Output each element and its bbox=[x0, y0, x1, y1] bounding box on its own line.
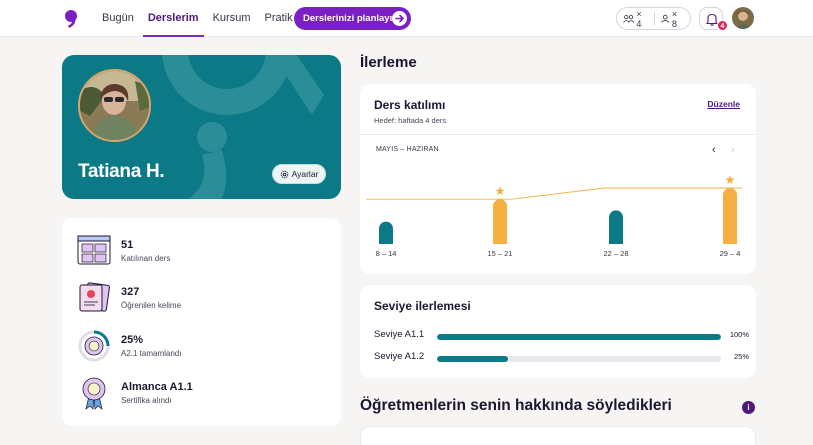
divider bbox=[360, 134, 756, 135]
group-credits: × 4 bbox=[617, 9, 654, 29]
week-label: 29 – 4 bbox=[720, 249, 741, 258]
level-progress-track bbox=[437, 334, 721, 340]
edit-goal-link[interactable]: Düzenle bbox=[707, 99, 740, 109]
arrow-right-icon bbox=[392, 11, 407, 26]
level-row: Seviye A1.1 100% bbox=[374, 329, 749, 343]
week-label: 15 – 21 bbox=[487, 249, 512, 258]
progress-badge-icon bbox=[78, 330, 110, 362]
star-icon bbox=[495, 186, 505, 196]
nav-item-today[interactable]: Bugün bbox=[102, 0, 134, 37]
nav-item-practice[interactable]: Pratik bbox=[264, 0, 292, 37]
stat-value: 51 bbox=[121, 239, 134, 251]
group-lesson-icon bbox=[623, 14, 635, 23]
stat-value: 327 bbox=[121, 286, 140, 298]
brand-logo[interactable] bbox=[64, 9, 80, 29]
chevron-right-icon[interactable]: › bbox=[731, 144, 735, 156]
stat-level-progress: 25% A2.1 tamamlandı bbox=[77, 329, 181, 363]
private-credits-count: × 8 bbox=[671, 8, 678, 29]
attendance-card: Ders katılımı Hedef: haftada 4 ders Düze… bbox=[360, 84, 756, 274]
info-icon[interactable]: i bbox=[742, 401, 755, 414]
stat-value: Almanca A1.1 bbox=[121, 381, 193, 393]
settings-label: Ayarlar bbox=[291, 169, 319, 179]
attendance-bar bbox=[723, 188, 737, 244]
main-nav: Bugün Derslerim Kursum Pratik bbox=[102, 0, 307, 37]
level-name: Seviye A1.2 bbox=[374, 351, 425, 362]
stats-card: 51 Katılınan ders 327 Öğrenilen kelime 2… bbox=[62, 218, 341, 426]
level-progress-fill bbox=[437, 334, 721, 340]
plan-lessons-label: Derslerinizi planlayın bbox=[303, 13, 399, 24]
group-credits-count: × 4 bbox=[636, 8, 642, 29]
profile-name: Tatiana H. bbox=[78, 161, 165, 182]
flashcards-icon bbox=[79, 282, 110, 312]
level-progress-title: Seviye ilerlemesi bbox=[374, 299, 471, 313]
stat-value: 25% bbox=[121, 334, 144, 346]
level-percent: 100% bbox=[729, 330, 749, 339]
attendance-chart: 8 – 14 15 – 21 22 – 28 29 – 4 bbox=[366, 175, 742, 258]
user-avatar[interactable] bbox=[732, 7, 754, 29]
private-credits: × 8 bbox=[655, 9, 690, 29]
progress-heading: İlerleme bbox=[360, 54, 417, 71]
week-label: 8 – 14 bbox=[376, 249, 397, 258]
attendance-title: Ders katılımı bbox=[374, 98, 446, 112]
profile-card: Tatiana H. Ayarlar bbox=[62, 55, 341, 199]
level-row: Seviye A1.2 25% bbox=[374, 351, 749, 365]
lessons-icon bbox=[77, 235, 111, 265]
attendance-bar bbox=[609, 210, 623, 244]
private-lesson-icon bbox=[661, 14, 670, 23]
goal-line bbox=[366, 187, 742, 200]
attendance-bar bbox=[493, 199, 507, 244]
level-progress-card: Seviye ilerlemesi Seviye A1.1 100% Seviy… bbox=[360, 285, 756, 378]
stat-label: Sertifika alındı bbox=[121, 396, 172, 405]
top-navigation-bar: Bugün Derslerim Kursum Pratik Derslerini… bbox=[0, 0, 813, 37]
chevron-left-icon[interactable]: ‹ bbox=[712, 144, 716, 156]
attendance-bar bbox=[379, 221, 393, 244]
settings-button[interactable]: Ayarlar bbox=[272, 164, 326, 184]
level-progress-track bbox=[437, 356, 721, 362]
level-percent: 25% bbox=[733, 352, 749, 361]
level-name: Seviye A1.1 bbox=[374, 329, 425, 340]
week-label: 22 – 28 bbox=[603, 249, 628, 258]
stat-label: Katılınan ders bbox=[121, 254, 171, 263]
star-icon bbox=[725, 175, 735, 184]
stat-words: 327 Öğrenilen kelime bbox=[77, 281, 181, 315]
attendance-goal: Hedef: haftada 4 ders bbox=[374, 116, 447, 125]
period-label: MAYIS – HAZIRAN bbox=[376, 146, 439, 153]
plan-lessons-button[interactable]: Derslerinizi planlayın bbox=[294, 7, 411, 30]
certificate-icon bbox=[82, 377, 106, 410]
lesson-credits-pill[interactable]: × 4 × 8 bbox=[616, 7, 691, 30]
stat-lessons: 51 Katılınan ders bbox=[77, 234, 170, 268]
nav-item-my-course[interactable]: Kursum bbox=[213, 0, 251, 37]
teachers-feedback-heading: Öğretmenlerin senin hakkında söyledikler… bbox=[360, 397, 672, 414]
profile-photo bbox=[78, 69, 151, 142]
notification-badge: 4 bbox=[717, 20, 728, 31]
stat-label: A2.1 tamamlandı bbox=[121, 349, 182, 358]
level-progress-fill bbox=[437, 356, 508, 362]
nav-item-my-lessons[interactable]: Derslerim bbox=[142, 0, 204, 37]
stat-certificate: Almanca A1.1 Sertifika alındı bbox=[77, 376, 193, 410]
gear-icon bbox=[280, 170, 288, 178]
stat-label: Öğrenilen kelime bbox=[121, 301, 182, 310]
teachers-feedback-card bbox=[360, 426, 756, 445]
